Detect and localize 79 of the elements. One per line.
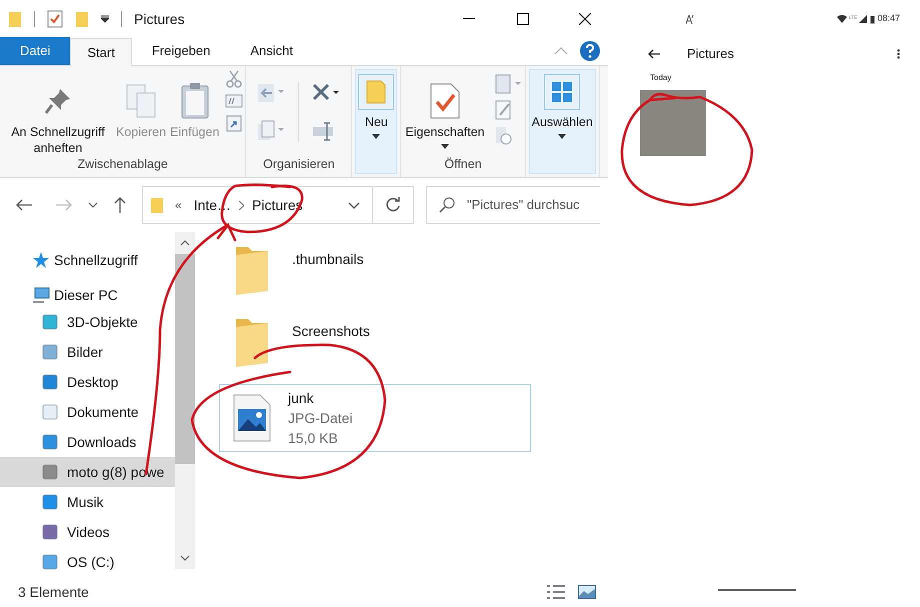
- properties-icon: [429, 82, 462, 120]
- ribbon-button[interactable]: Neu: [355, 69, 398, 174]
- status-text: 3 Elemente: [18, 582, 89, 602]
- caret-icon[interactable]: [101, 15, 109, 23]
- back-arrow-icon[interactable]: [648, 49, 660, 59]
- paste-shortcut-icon: [226, 114, 242, 132]
- section-heading: Today: [650, 72, 672, 84]
- group-label: Öffnen: [444, 156, 482, 173]
- scissors-icon: [226, 70, 242, 88]
- battery-icon: [870, 14, 876, 24]
- caret-icon: [372, 134, 380, 139]
- nav-item[interactable]: Musik: [0, 487, 175, 517]
- overflow-chevron[interactable]: «: [175, 196, 182, 214]
- computer-icon: [32, 287, 50, 303]
- nav-item[interactable]: Downloads: [0, 427, 175, 457]
- maximize-icon: [517, 13, 529, 25]
- ribbon-tab[interactable]: Datei: [0, 37, 70, 65]
- nav-item[interactable]: Desktop: [0, 367, 175, 397]
- close-icon: [579, 13, 591, 25]
- copy-path-icon: [225, 94, 244, 108]
- move-to-icon: [256, 82, 286, 104]
- wifi-icon: [836, 15, 847, 23]
- select-grid-icon: [551, 81, 574, 103]
- caret-icon: [441, 144, 450, 149]
- tiles-view-icon[interactable]: [578, 585, 596, 599]
- checkbox-icon[interactable]: [47, 10, 63, 28]
- star-icon: [32, 251, 50, 269]
- history-icon: [494, 126, 513, 146]
- nav-item[interactable]: Dieser PC: [0, 283, 175, 307]
- details-view-icon[interactable]: [546, 584, 566, 600]
- file-item[interactable]: junk JPG-Datei 15,0 KB: [219, 384, 531, 452]
- chevron-up-icon[interactable]: [180, 240, 190, 246]
- notification-icon: [686, 14, 694, 24]
- ribbon-button[interactable]: An Schnellzugriff anheften: [2, 70, 114, 156]
- nav-item[interactable]: Schnellzugriff: [0, 248, 175, 272]
- refresh-icon[interactable]: [385, 197, 401, 213]
- minimize-icon: [463, 18, 475, 20]
- copy-to-icon: [256, 120, 286, 142]
- group-label: Organisieren: [263, 156, 335, 173]
- folder-item[interactable]: Screenshots: [219, 312, 529, 374]
- ribbon-tab[interactable]: Ansicht: [230, 37, 314, 65]
- file-type: JPG-Datei: [288, 409, 353, 428]
- signal-icon: [859, 15, 868, 23]
- screen-title: Pictures: [687, 45, 734, 64]
- nav-item[interactable]: OS (C:): [0, 547, 175, 577]
- file-name: junk: [288, 389, 315, 408]
- folder-icon: [151, 197, 163, 213]
- clipboard-icon: [180, 82, 210, 120]
- copy-icon: [125, 83, 158, 119]
- caret-icon: [558, 134, 566, 139]
- nav-item[interactable]: Bilder: [0, 337, 175, 367]
- group-label: Zwischenablage: [78, 156, 168, 173]
- chevron-right-icon[interactable]: [239, 200, 244, 210]
- chevron-down-icon[interactable]: [348, 202, 360, 208]
- search-field[interactable]: "Pictures" durchsuc: [426, 186, 600, 224]
- back-arrow-icon[interactable]: [16, 199, 32, 211]
- folder-item[interactable]: .thumbnails: [219, 240, 529, 302]
- nav-item[interactable]: Videos: [0, 517, 175, 547]
- ribbon-button[interactable]: Eigenschaften: [403, 70, 487, 149]
- file-size: 15,0 KB: [288, 429, 339, 448]
- up-arrow-icon[interactable]: [114, 197, 126, 213]
- edit-icon: [494, 100, 513, 120]
- ribbon-tab[interactable]: Start: [70, 38, 132, 66]
- clock: 08:47: [877, 12, 900, 26]
- open-icon: [494, 74, 523, 94]
- search-icon: [439, 197, 455, 213]
- more-options-icon[interactable]: [897, 49, 900, 59]
- nav-item[interactable]: 3D-Objekte: [0, 307, 175, 337]
- window-title: Pictures: [134, 10, 185, 28]
- search-input[interactable]: "Pictures" durchsuc: [467, 195, 591, 215]
- ribbon-tab[interactable]: Freigeben: [132, 37, 230, 65]
- ribbon-button[interactable]: Auswählen: [528, 69, 596, 174]
- chevron-down-icon[interactable]: [88, 202, 98, 208]
- chevron-down-icon[interactable]: [180, 555, 190, 561]
- help-icon[interactable]: [580, 41, 600, 61]
- image-file-icon: [232, 393, 272, 443]
- new-folder-icon: [365, 79, 388, 105]
- nav-item[interactable]: Dokumente: [0, 397, 175, 427]
- scrollbar[interactable]: [175, 232, 195, 569]
